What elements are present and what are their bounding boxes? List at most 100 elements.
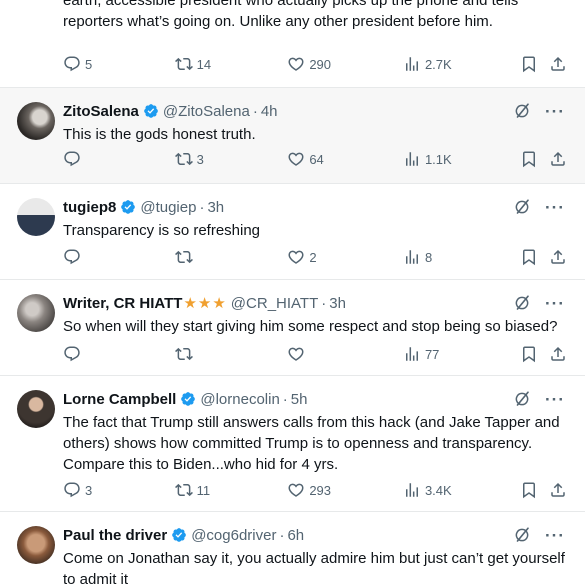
author-name[interactable]: Paul the driver	[63, 527, 167, 544]
verified-badge-icon	[171, 527, 187, 543]
views-button[interactable]: 8	[403, 248, 520, 266]
share-button[interactable]	[549, 248, 569, 266]
post-text: Come on Jonathan say it, you actually ad…	[63, 550, 565, 585]
grok-icon[interactable]	[513, 526, 531, 544]
more-icon[interactable]: ···	[545, 527, 565, 544]
reply-button[interactable]	[63, 345, 175, 363]
repost-icon	[175, 248, 193, 266]
share-button[interactable]	[549, 345, 569, 363]
views-icon	[403, 345, 421, 363]
author-handle[interactable]: @CR_HIATT	[231, 295, 318, 312]
grok-icon[interactable]	[513, 294, 531, 312]
more-icon[interactable]: ···	[545, 103, 565, 120]
share-icon	[549, 481, 567, 499]
avatar[interactable]	[17, 390, 55, 428]
like-button[interactable]: 293	[287, 481, 403, 499]
timestamp[interactable]: 4h	[261, 103, 278, 120]
like-icon	[287, 481, 305, 499]
share-button[interactable]	[549, 481, 569, 499]
reply-button[interactable]: 5	[63, 55, 175, 73]
bookmark-button[interactable]	[520, 345, 550, 363]
separator: ·	[282, 390, 288, 408]
bookmark-button[interactable]	[520, 481, 550, 499]
grok-icon[interactable]	[513, 102, 531, 120]
author-handle[interactable]: @cog6driver	[191, 527, 276, 544]
author-name[interactable]: Writer, CR HIATT	[63, 295, 182, 312]
views-button[interactable]: 2.7K	[403, 55, 520, 73]
share-icon	[549, 248, 567, 266]
like-icon	[287, 248, 305, 266]
post-header: Lorne Campbell @lornecolin · 5h ···	[63, 388, 565, 410]
repost-button[interactable]: 14	[175, 55, 288, 73]
like-button[interactable]: 290	[287, 55, 403, 73]
bookmark-button[interactable]	[520, 248, 550, 266]
reply-post[interactable]: Lorne Campbell @lornecolin · 5h ··· The …	[0, 376, 585, 512]
verified-badge-icon	[180, 391, 196, 407]
repost-icon	[175, 55, 193, 73]
post-text: earth, accessible president who actually…	[63, 0, 519, 30]
author-handle[interactable]: @ZitoSalena	[163, 103, 250, 120]
post-text: So when will they start giving him some …	[63, 318, 558, 335]
author-name[interactable]: Lorne Campbell	[63, 391, 176, 408]
more-icon[interactable]: ···	[545, 295, 565, 312]
views-icon	[403, 150, 421, 168]
avatar[interactable]	[17, 198, 55, 236]
like-button[interactable]	[287, 345, 403, 363]
repost-icon	[175, 150, 193, 168]
grok-icon[interactable]	[513, 198, 531, 216]
like-button[interactable]: 2	[287, 248, 403, 266]
views-button[interactable]: 3.4K	[403, 481, 520, 499]
like-button[interactable]: 64	[287, 150, 403, 168]
repost-button[interactable]	[175, 345, 288, 363]
views-button[interactable]: 77	[403, 345, 520, 363]
repost-button[interactable]: 11	[175, 481, 288, 499]
bookmark-button[interactable]	[520, 55, 550, 73]
author-handle[interactable]: @lornecolin	[200, 391, 279, 408]
views-count: 8	[424, 249, 433, 265]
reply-post[interactable]: Paul the driver @cog6driver · 6h ··· Com…	[0, 512, 585, 585]
avatar[interactable]	[17, 526, 55, 564]
avatar[interactable]	[17, 294, 55, 332]
share-icon	[549, 345, 567, 363]
views-icon	[403, 55, 421, 73]
grok-icon[interactable]	[513, 390, 531, 408]
share-button[interactable]	[549, 55, 569, 73]
author-name[interactable]: ZitoSalena	[63, 103, 139, 120]
views-count: 3.4K	[424, 482, 452, 498]
post-text: Transparency is so refreshing	[63, 222, 261, 239]
repost-button[interactable]: 3	[175, 150, 288, 168]
post-header: Paul the driver @cog6driver · 6h ···	[63, 524, 565, 546]
reply-button[interactable]	[63, 248, 175, 266]
more-icon[interactable]: ···	[545, 391, 565, 408]
author-handle[interactable]: @tugiep	[140, 199, 196, 216]
author-name[interactable]: tugiep8	[63, 199, 116, 216]
share-button[interactable]	[549, 150, 569, 168]
timestamp[interactable]: 3h	[207, 199, 224, 216]
reply-button[interactable]	[63, 150, 175, 168]
views-button[interactable]: 1.1K	[403, 150, 520, 168]
reply-post[interactable]: earth, accessible president who actually…	[0, 0, 585, 88]
avatar[interactable]	[17, 102, 55, 140]
reply-icon	[63, 55, 81, 73]
timestamp[interactable]: 6h	[287, 527, 304, 544]
repost-icon	[175, 481, 193, 499]
views-count: 2.7K	[424, 56, 452, 72]
reply-icon	[63, 150, 81, 168]
verified-badge-icon	[143, 103, 159, 119]
share-icon	[549, 150, 567, 168]
post-actions: 77	[63, 344, 569, 364]
reply-post[interactable]: ZitoSalena @ZitoSalena · 4h ··· This is …	[0, 88, 585, 184]
more-icon[interactable]: ···	[545, 199, 565, 216]
timestamp[interactable]: 3h	[329, 295, 346, 312]
views-count: 77	[424, 346, 440, 362]
reply-post[interactable]: Writer, CR HIATT ★★★ @CR_HIATT · 3h ··· …	[0, 280, 585, 376]
repost-count: 11	[196, 482, 211, 498]
timestamp[interactable]: 5h	[291, 391, 308, 408]
repost-icon	[175, 345, 193, 363]
reply-button[interactable]: 3	[63, 481, 175, 499]
repost-button[interactable]	[175, 248, 288, 266]
reply-post[interactable]: tugiep8 @tugiep · 3h ··· Transparency is…	[0, 184, 585, 280]
bookmark-button[interactable]	[520, 150, 550, 168]
like-count: 293	[309, 482, 332, 498]
post-header: ZitoSalena @ZitoSalena · 4h ···	[63, 100, 565, 122]
